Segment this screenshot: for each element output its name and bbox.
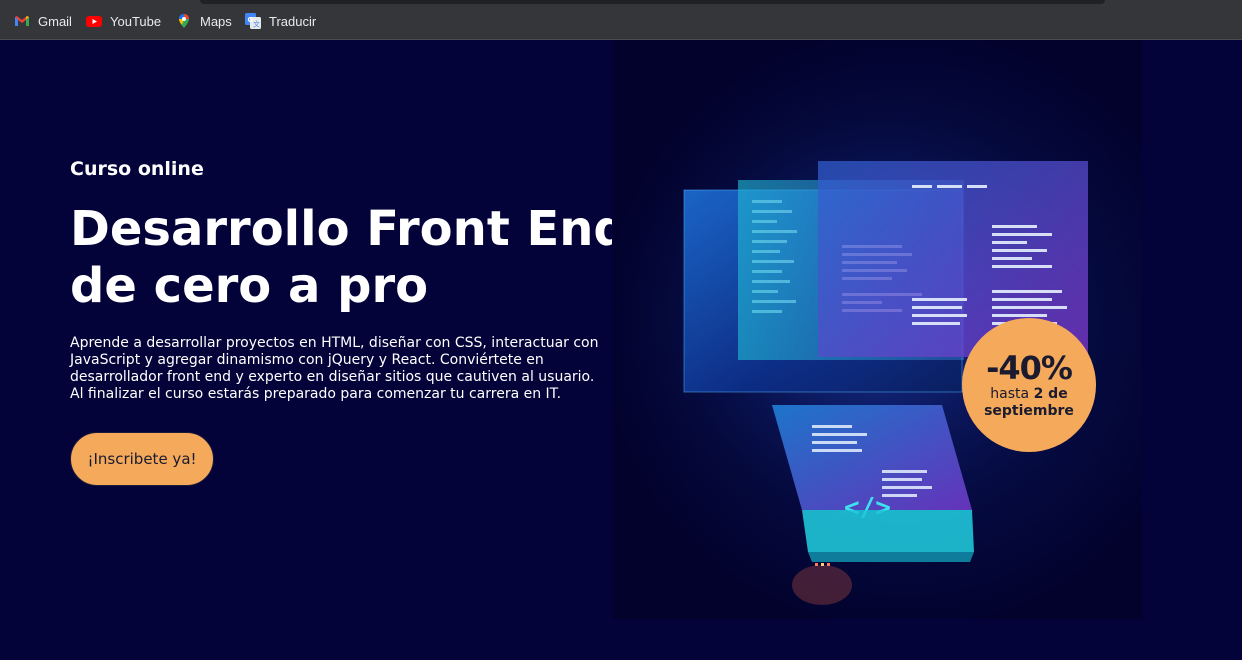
maps-icon xyxy=(176,13,192,29)
bookmarks-bar: Gmail YouTube Maps G 文 Traducir xyxy=(0,0,1242,40)
deadline-day: 2 de xyxy=(1033,386,1068,402)
course-title-line-2: de cero a pro xyxy=(70,258,429,314)
bookmark-label: YouTube xyxy=(110,13,162,29)
deadline-month: septiembre xyxy=(984,403,1074,419)
enroll-button[interactable]: ¡Inscribete ya! xyxy=(70,432,214,486)
course-title: Desarrollo Front End de cero a pro xyxy=(70,201,630,315)
course-description: Aprende a desarrollar proyectos en HTML,… xyxy=(70,335,599,402)
discount-deadline: hasta 2 de xyxy=(990,386,1067,403)
deadline-prefix: hasta xyxy=(990,386,1030,402)
svg-text:文: 文 xyxy=(253,20,260,29)
discount-percentage: -40% xyxy=(986,349,1073,387)
bookmark-label: Gmail xyxy=(38,13,72,29)
gmail-icon xyxy=(14,13,30,29)
course-type-label: Curso online xyxy=(70,158,204,180)
youtube-icon xyxy=(86,13,102,29)
translate-icon: G 文 xyxy=(245,13,261,29)
bookmark-youtube[interactable]: YouTube xyxy=(86,11,161,31)
bookmark-label: Traducir xyxy=(269,13,317,29)
bookmark-maps[interactable]: Maps xyxy=(176,11,232,31)
address-bar-edge xyxy=(200,0,1105,4)
bookmark-traducir[interactable]: G 文 Traducir xyxy=(245,11,316,31)
bookmark-gmail[interactable]: Gmail xyxy=(14,11,72,31)
course-title-line-1: Desarrollo Front End xyxy=(70,201,628,257)
discount-badge: -40% hasta 2 de septiembre xyxy=(962,318,1096,452)
bookmark-label: Maps xyxy=(200,13,232,29)
